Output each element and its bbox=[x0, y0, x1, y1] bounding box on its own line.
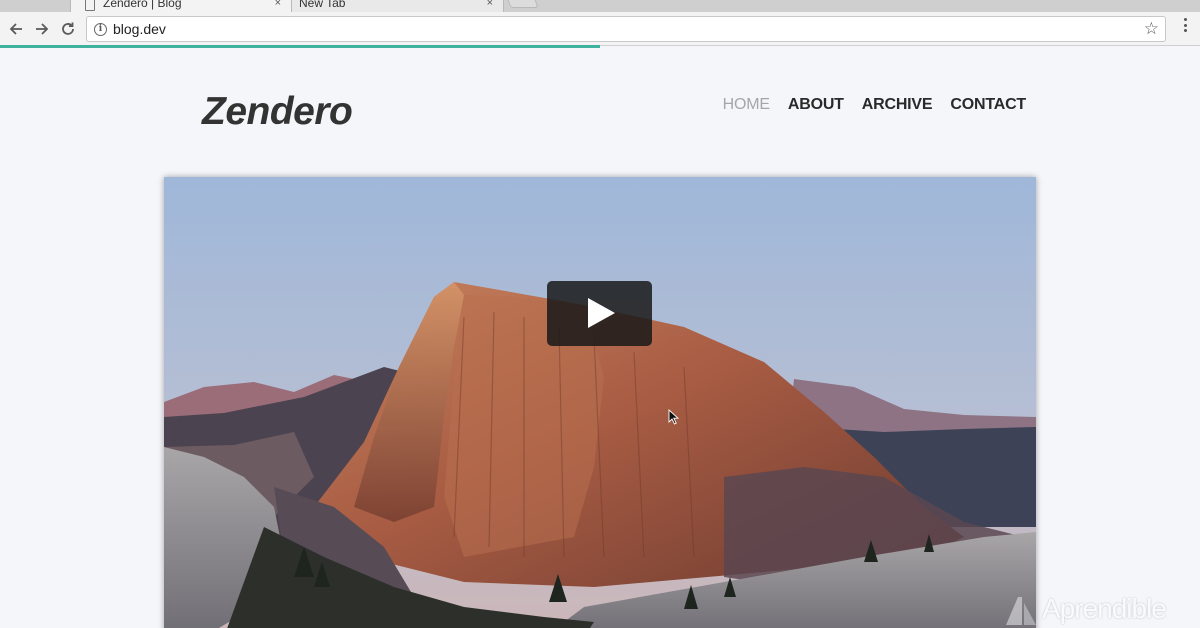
back-arrow-icon[interactable] bbox=[6, 19, 26, 39]
tab-strip: Zendero | Blog × New Tab × bbox=[0, 0, 1200, 12]
mouse-cursor-icon bbox=[668, 409, 680, 425]
watermark-text: Aprendible bbox=[1042, 593, 1167, 624]
reload-icon[interactable] bbox=[58, 19, 78, 39]
new-tab-button[interactable] bbox=[505, 0, 539, 8]
site-logo[interactable]: Zendero bbox=[202, 90, 353, 134]
page-load-progress bbox=[0, 45, 1200, 48]
tab-close-icon[interactable]: × bbox=[487, 0, 493, 12]
site-navigation: HOME ABOUT ARCHIVE CONTACT bbox=[723, 96, 1027, 114]
browser-toolbar: i blog.dev ☆ bbox=[0, 12, 1200, 46]
nav-link-archive[interactable]: ARCHIVE bbox=[862, 96, 933, 114]
kebab-menu-icon[interactable] bbox=[1184, 18, 1188, 38]
tab-title: New Tab bbox=[299, 0, 346, 10]
watermark: Aprendible bbox=[1004, 590, 1167, 628]
info-icon[interactable]: i bbox=[94, 23, 107, 36]
nav-link-contact[interactable]: CONTACT bbox=[950, 96, 1026, 114]
tab-inactive[interactable]: New Tab × bbox=[284, 0, 504, 12]
hero-video[interactable] bbox=[164, 177, 1036, 628]
tab-title: Zendero | Blog bbox=[103, 0, 182, 10]
watermark-logo-icon bbox=[1006, 597, 1036, 625]
address-bar[interactable]: i blog.dev ☆ bbox=[86, 16, 1166, 42]
play-button[interactable] bbox=[547, 281, 652, 346]
nav-link-home[interactable]: HOME bbox=[723, 96, 770, 114]
forward-arrow-icon[interactable] bbox=[32, 19, 52, 39]
tab-active[interactable]: Zendero | Blog × bbox=[70, 0, 292, 12]
star-icon[interactable]: ☆ bbox=[1144, 19, 1159, 39]
nav-link-about[interactable]: ABOUT bbox=[788, 96, 844, 114]
play-icon bbox=[588, 298, 615, 328]
tab-close-icon[interactable]: × bbox=[275, 0, 281, 12]
page-load-progress-fill bbox=[0, 45, 600, 48]
page-favicon-icon bbox=[85, 0, 95, 11]
hero-video-frame bbox=[164, 177, 1036, 628]
url-text[interactable]: blog.dev bbox=[113, 21, 166, 37]
